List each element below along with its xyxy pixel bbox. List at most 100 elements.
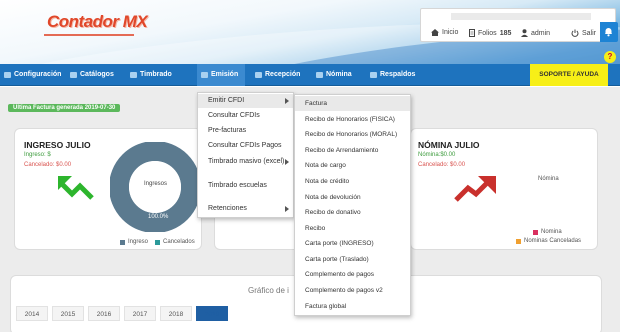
menu-label: Consultar CFDIs Pagos [208, 142, 282, 149]
nav-emision[interactable]: Emisión [197, 64, 245, 86]
nav-label: Catálogos [80, 71, 114, 78]
menu-timbrado-escuelas[interactable]: Timbrado escuelas [198, 179, 293, 193]
folios-label: Folios [478, 29, 497, 37]
support-label: SOPORTE / AYUDA [539, 71, 599, 78]
menu-pre-facturas[interactable]: Pre-facturas [198, 124, 293, 138]
nomina-legend-1: Nomina [533, 229, 562, 235]
nav-timbrado-txt[interactable]: Timbrado TXT [126, 64, 192, 100]
submenu-item[interactable]: Recibo de Arrendamiento [295, 143, 410, 158]
year-tab[interactable]: 2016 [88, 306, 120, 321]
salir-label: Salir [582, 29, 597, 37]
nav-recepcion[interactable]: Recepción [251, 64, 305, 86]
menu-emitir-cfdi[interactable]: Emitir CFDI [198, 94, 293, 108]
company-name-bar [451, 13, 591, 20]
user-link[interactable]: admin [521, 29, 550, 37]
list-icon [70, 72, 77, 78]
emision-dropdown: Emitir CFDI Consultar CFDIs Pre-facturas… [197, 92, 294, 218]
payroll-icon [316, 72, 323, 78]
legend-swatch [516, 238, 521, 244]
inicio-link[interactable]: Inicio [431, 29, 458, 36]
legend-nominas-canceladas: Nominas Canceladas [524, 238, 582, 244]
ingreso-legend: Ingreso Cancelados [120, 239, 195, 245]
submenu-item[interactable]: Carta porte (Traslado) [295, 252, 410, 267]
help-icon[interactable]: ? [604, 51, 616, 63]
user-name: admin [531, 29, 551, 37]
trend-up-red-icon [454, 176, 496, 202]
menu-label: Emitir CFDI [208, 97, 245, 104]
inicio-label: Inicio [442, 29, 459, 36]
legend-swatch [155, 239, 161, 245]
legend-nomina: Nomina [541, 229, 562, 235]
caret-right-icon [285, 159, 289, 165]
submenu-item[interactable]: Nota de cargo [295, 158, 410, 173]
notifications-button[interactable] [600, 22, 618, 42]
legend-cancelados: Cancelados [163, 239, 195, 245]
nomina-cancelado: Cancelado: $0.00 [418, 162, 466, 168]
nav-label: Configuración [14, 71, 62, 78]
nomina-title: NÓMINA JULIO [418, 140, 480, 150]
donut-center-label: Ingresos [144, 181, 168, 187]
inbox-icon [255, 72, 262, 78]
support-button[interactable]: SOPORTE / AYUDA [530, 64, 608, 86]
submenu-item[interactable]: Recibo de donativo [295, 205, 410, 220]
ingreso-cancelado: Cancelado: $0.00 [24, 162, 72, 168]
logo[interactable]: Contador MX [47, 12, 148, 32]
folios-count: 185 [499, 29, 512, 37]
menu-retenciones[interactable]: Retenciones [198, 202, 293, 216]
logo-underline [44, 34, 134, 36]
menu-label: Pre-facturas [208, 127, 247, 134]
submenu-item[interactable]: Complemento de pagos v2 [295, 283, 410, 298]
stamp-icon [130, 72, 137, 78]
submenu-item[interactable]: Nota de devolución [295, 190, 410, 205]
nav-nomina[interactable]: Nómina [312, 64, 360, 86]
menu-consultar-cfdis-pagos[interactable]: Consultar CFDIs Pagos [198, 139, 293, 153]
submenu-item[interactable]: Recibo de Honorarios (FISICA) [295, 112, 410, 127]
emitir-cfdi-submenu: Factura Recibo de Honorarios (FISICA) Re… [294, 94, 411, 316]
legend-swatch [533, 229, 538, 235]
cog-icon [4, 72, 11, 78]
nav-catalogos[interactable]: Catálogos [66, 64, 124, 86]
submenu-item[interactable]: Complemento de pagos [295, 267, 410, 282]
invoice-icon [201, 72, 208, 78]
menu-timbrado-masivo[interactable]: Timbrado masivo (excel) [198, 155, 293, 169]
trend-up-icon [58, 176, 94, 200]
backup-icon [370, 72, 377, 78]
last-invoice-badge: Ultima Factura generada 2019-07-30 [8, 104, 121, 112]
salir-link[interactable]: Salir [571, 29, 596, 37]
menu-label: Consultar CFDIs [208, 112, 260, 119]
submenu-item[interactable]: Recibo de Honorarios (MORAL) [295, 127, 410, 142]
legend-swatch [120, 239, 125, 245]
document-icon [469, 29, 475, 37]
bell-icon [605, 28, 612, 37]
nomina-chart-label: Nómina [538, 176, 559, 182]
year-tab-active[interactable]: 2019 [196, 306, 228, 321]
caret-right-icon [285, 98, 289, 104]
menu-label: Timbrado masivo (excel) [208, 158, 285, 165]
user-box: Inicio Folios 185 admin Salir [420, 8, 616, 42]
ingreso-title: INGRESO JULIO [24, 140, 91, 150]
main-navbar: Configuración Catálogos Timbrado TXT Emi… [0, 64, 620, 100]
year-tab[interactable]: 2014 [16, 306, 48, 321]
submenu-item-factura[interactable]: Factura [295, 96, 410, 111]
submenu-item[interactable]: Recibo [295, 221, 410, 236]
menu-label: Retenciones [208, 205, 247, 212]
nav-label: Emisión [211, 71, 239, 78]
submenu-item[interactable]: Carta porte (INGRESO) [295, 236, 410, 251]
submenu-item[interactable]: Factura global [295, 299, 410, 314]
nav-respaldos[interactable]: Respaldos [366, 64, 422, 86]
donut-percent: 100.0% [148, 214, 169, 220]
user-icon [521, 29, 528, 37]
submenu-item[interactable]: Nota de crédito [295, 174, 410, 189]
year-tab[interactable]: 2015 [52, 306, 84, 321]
nav-configuracion[interactable]: Configuración [0, 64, 64, 86]
chart-section-title: Gráfico de i [248, 286, 289, 295]
nav-label: Nómina [326, 71, 352, 78]
ingreso-amount: Ingreso: $ [24, 152, 51, 158]
caret-right-icon [285, 206, 289, 212]
year-tab[interactable]: 2017 [124, 306, 156, 321]
nav-label: Recepción [265, 71, 301, 78]
legend-ingreso: Ingreso [128, 239, 149, 245]
year-tab[interactable]: 2018 [160, 306, 192, 321]
menu-consultar-cfdis[interactable]: Consultar CFDIs [198, 109, 293, 123]
folios-link[interactable]: Folios 185 [469, 29, 511, 37]
